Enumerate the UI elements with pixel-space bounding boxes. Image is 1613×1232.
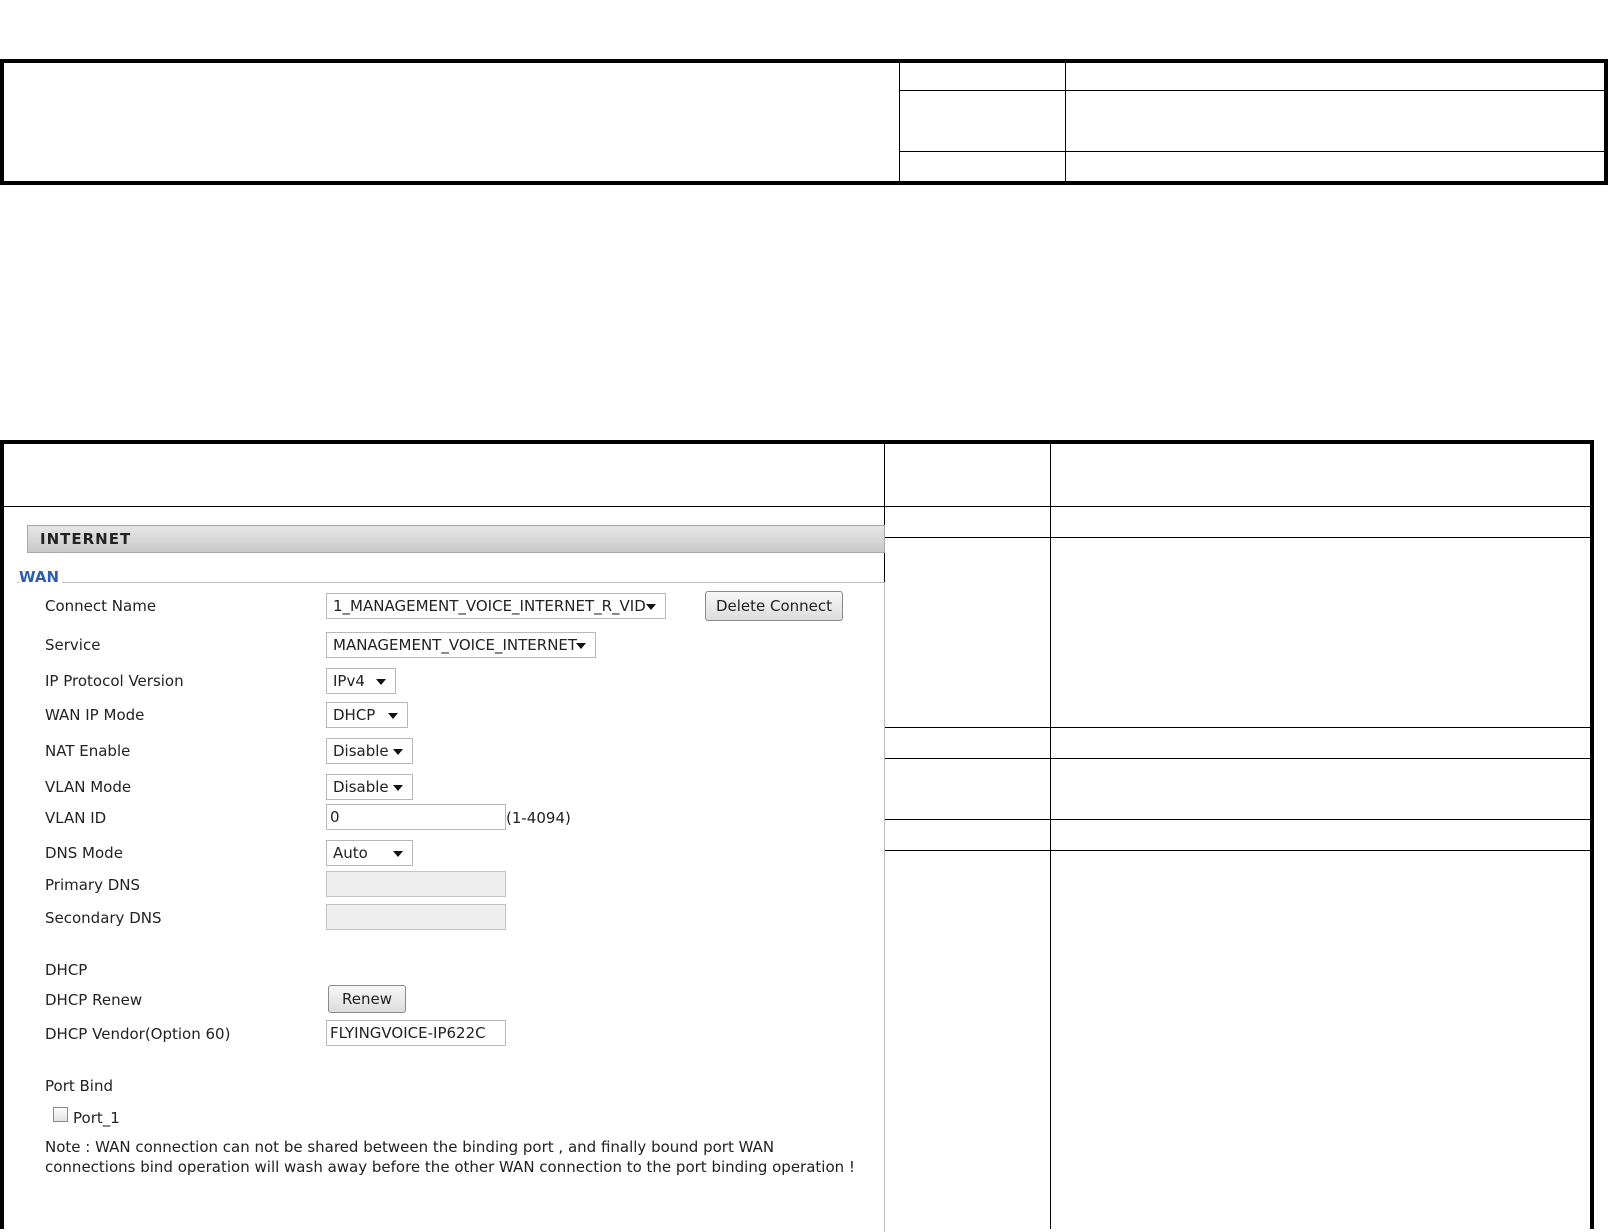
renew-button[interactable]: Renew [328,985,406,1013]
table-divider [1065,63,1066,181]
primary-dns-input[interactable] [326,871,506,897]
top-table [0,59,1608,185]
service-select[interactable]: MANAGEMENT_VOICE_INTERNET [326,632,596,658]
ip-protocol-version-label: IP Protocol Version [45,672,184,690]
vlan-mode-value: Disable [333,778,389,796]
table-divider [899,63,900,181]
secondary-dns-label: Secondary DNS [45,909,162,927]
port-1-checkbox[interactable] [53,1107,68,1122]
table-divider [884,758,1590,759]
internet-settings-panel: INTERNET WAN Connect Name 1_MANAGEMENT_V… [0,507,906,1232]
dhcp-vendor-value: FLYINGVOICE-IP622C [330,1024,486,1042]
wan-ip-mode-label: WAN IP Mode [45,706,145,724]
chevron-down-icon [393,785,403,791]
dhcp-renew-label: DHCP Renew [45,991,143,1009]
chevron-down-icon [388,713,398,719]
dhcp-heading: DHCP [45,961,88,979]
table-divider [899,90,1604,91]
port-1-label: Port_1 [73,1109,120,1127]
vlan-mode-label: VLAN Mode [45,778,132,796]
dhcp-vendor-label: DHCP Vendor(Option 60) [45,1025,231,1043]
service-label: Service [45,636,101,654]
chevron-down-icon [393,851,403,857]
table-divider [1050,444,1051,1229]
vlan-id-label: VLAN ID [45,809,107,827]
nat-enable-select[interactable]: Disable [326,738,413,764]
delete-connect-button[interactable]: Delete Connect [705,591,843,621]
nat-enable-label: NAT Enable [45,742,131,760]
vlan-id-range-hint: (1-4094) [506,809,571,827]
chevron-down-icon [576,643,586,649]
vlan-id-input[interactable]: 0 [326,804,506,830]
wan-ip-mode-value: DHCP [333,706,376,724]
vlan-mode-select[interactable]: Disable [326,774,413,800]
connect-name-value: 1_MANAGEMENT_VOICE_INTERNET_R_VID [333,597,646,615]
table-divider [884,819,1590,820]
wan-legend: WAN [19,568,63,586]
dns-mode-select[interactable]: Auto [326,840,413,866]
dns-mode-label: DNS Mode [45,844,123,862]
chevron-down-icon [646,604,656,610]
port-bind-note: Note : WAN connection can not be shared … [45,1138,855,1176]
chevron-down-icon [376,679,386,685]
ip-protocol-version-value: IPv4 [333,672,365,690]
service-value: MANAGEMENT_VOICE_INTERNET [333,636,578,654]
port-bind-heading: Port Bind [45,1077,113,1095]
secondary-dns-input[interactable] [326,904,506,930]
vlan-id-value: 0 [330,808,340,826]
table-divider [884,850,1590,851]
wan-ip-mode-select[interactable]: DHCP [326,702,408,728]
connect-name-select[interactable]: 1_MANAGEMENT_VOICE_INTERNET_R_VID [326,593,666,619]
panel-title: INTERNET [40,530,132,548]
table-divider [884,727,1590,728]
dhcp-vendor-input[interactable]: FLYINGVOICE-IP622C [326,1020,506,1046]
panel-title-bar: INTERNET [27,525,885,553]
nat-enable-value: Disable [333,742,389,760]
table-divider [899,151,1604,152]
table-divider [884,537,1590,538]
ip-protocol-version-select[interactable]: IPv4 [326,668,396,694]
dns-mode-value: Auto [333,844,368,862]
chevron-down-icon [393,749,403,755]
connect-name-label: Connect Name [45,597,157,615]
primary-dns-label: Primary DNS [45,876,141,894]
